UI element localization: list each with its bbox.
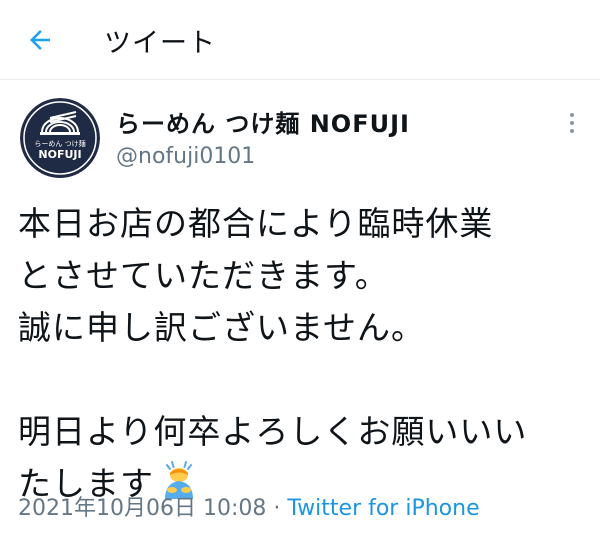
meta-separator: · (273, 496, 281, 521)
tweet-line: 明日より何卒よろしくお願いいい (18, 412, 528, 451)
user-handle[interactable]: @nofuji0101 (116, 144, 255, 169)
more-vertical-icon (570, 113, 574, 133)
more-options-button[interactable] (562, 110, 582, 136)
shop-logo-icon: らーめん つけ麺 NOFUJI (20, 98, 100, 178)
display-name[interactable]: らーめん つけ麺 NOFUJI (116, 104, 410, 139)
tweet-line: 誠に申し訳ございません。 (18, 308, 426, 347)
timestamp[interactable]: 2021年10月06日 10:08 (18, 496, 266, 521)
tweet-header: ツイート (0, 0, 600, 80)
tweet-line: とさせていただきます。 (18, 256, 389, 295)
source-link[interactable]: Twitter for iPhone (287, 496, 479, 521)
arrow-left-icon (30, 30, 50, 50)
avatar-text-bottom: NOFUJI (38, 148, 81, 161)
avatar[interactable]: らーめん つけ麺 NOFUJI (20, 98, 100, 178)
tweet-line: 本日お店の都合により臨時休業 (18, 204, 494, 243)
tweet-meta: 2021年10月06日 10:08 · Twitter for iPhone (18, 490, 480, 522)
page-title: ツイート (104, 28, 216, 59)
back-button[interactable] (22, 22, 58, 58)
avatar-text-top: らーめん つけ麺 (34, 139, 85, 148)
tweet-text: 本日お店の都合により臨時休業 とさせていただきます。 誠に申し訳ございません。 … (18, 198, 588, 510)
